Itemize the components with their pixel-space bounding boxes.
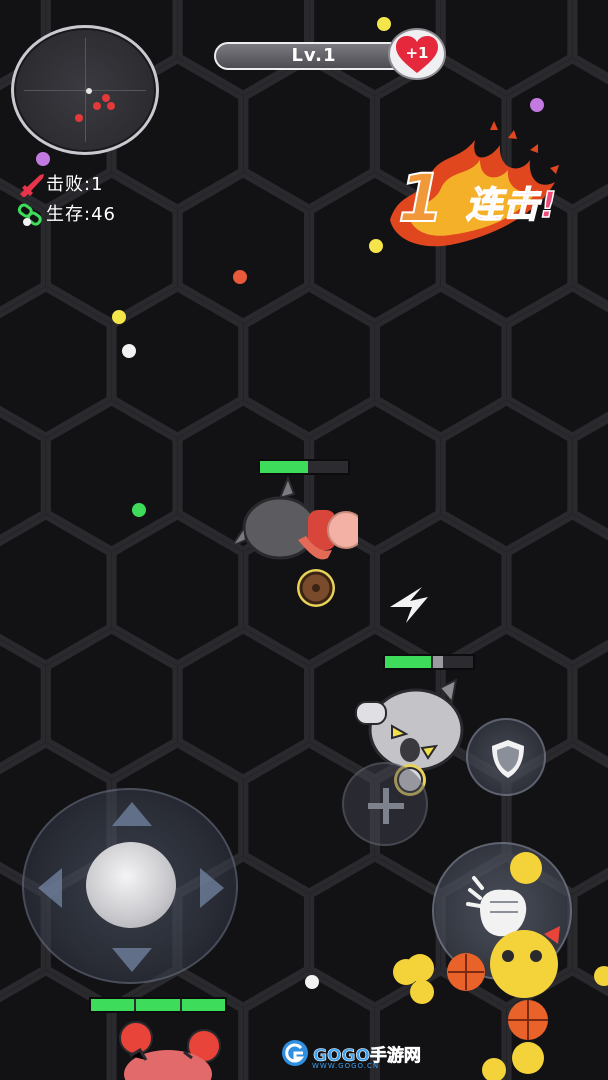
health-fill [91,999,135,1011]
add-skill-button[interactable] [342,762,428,846]
food-orb [36,152,50,166]
food-orb [530,98,544,112]
joystick-knob[interactable] [86,842,176,928]
survivors-counter: 生存:46 [16,203,116,227]
health-fill [136,999,180,1011]
food-orb [112,310,126,324]
joystick-down-arrow-icon [112,948,152,972]
combo-text: 连击! [465,185,558,227]
health-bar-player [89,997,227,1013]
minimap-enemy-dot [102,94,110,102]
food-orb [122,344,136,358]
shield-icon [492,740,524,778]
food-orb [233,270,247,284]
game-stage[interactable]: Lv.1 +1 击败:1 生存:46 1 连击! GOGO手游网 WWW.GOG… [0,0,608,1080]
level-label: Lv.1 [291,45,337,66]
combo-count: 1 [397,160,445,237]
chain-icon [16,203,46,227]
food-orb [305,975,319,989]
joystick-up-arrow-icon [112,802,152,826]
player-character [119,1021,221,1080]
survivors-label: 生存:46 [46,204,116,225]
level-bar: Lv.1 [214,42,414,70]
minimap-enemy-dot [75,114,83,122]
watermark: GOGO手游网 WWW.GOGO.CN [282,1040,421,1070]
food-orb [132,503,146,517]
health-damage [433,656,443,668]
kills-label: 击败:1 [46,174,104,195]
kills-counter: 击败:1 [16,173,104,198]
direction-arrow-icon [390,587,428,623]
watermark-url: WWW.GOGO.CN [312,1062,380,1070]
combo-banner: 1 连击! [380,120,590,260]
minimap-enemy-dot [107,102,115,110]
gogo-logo-icon [282,1040,308,1066]
joystick-right-arrow-icon [200,868,224,908]
minimap-enemy-dot [93,102,101,110]
health-bar-wolf [383,654,475,670]
health-fill [181,999,225,1011]
heart-bonus: +1 [405,44,429,62]
joystick-left-arrow-icon [38,868,62,908]
heart-badge: +1 [388,28,446,80]
health-fill [385,656,431,668]
plus-icon [368,788,404,824]
sword-icon [16,173,46,198]
virtual-joystick[interactable] [22,788,238,984]
viking-character [229,475,358,607]
shield-skill-button[interactable] [466,718,546,796]
minimap-self-dot [86,88,92,94]
food-orb [377,17,391,31]
minimap[interactable] [11,25,159,155]
